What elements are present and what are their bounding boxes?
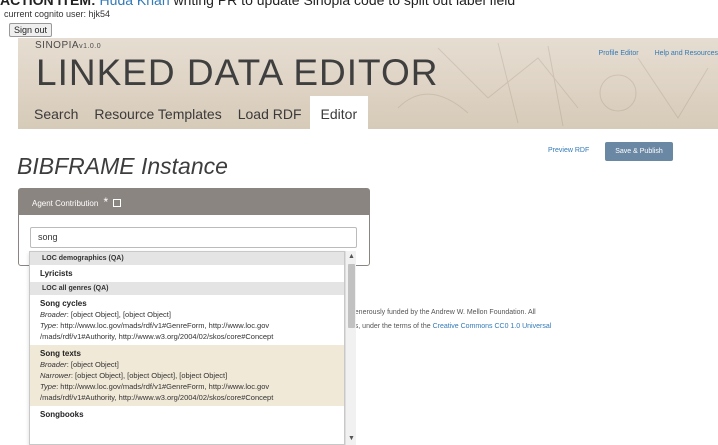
app-header: SINOPIAv1.0.0 LINKED DATA EDITOR Profile… — [18, 38, 718, 129]
version-label: v1.0.0 — [79, 43, 102, 50]
broader-value: [object Object], [object Object] — [70, 310, 171, 319]
panel-title: Agent Contribution — [32, 199, 99, 208]
page-title: BIBFRAME Instance — [17, 153, 228, 179]
result-broader: Broader: [object Object], [object Object… — [40, 310, 171, 319]
action-item-lead: ACTION ITEM: — [0, 0, 96, 8]
result-type: Type: http://www.loc.gov/mads/rdf/v1#Gen… — [40, 321, 270, 330]
footer-line-2: ons, under the terms of the Creative Com… — [347, 320, 551, 334]
tab-resource-templates[interactable]: Resource Templates — [86, 96, 229, 129]
action-item-banner: ACTION ITEM: Huda Khan writing PR to upd… — [0, 0, 718, 8]
tab-search[interactable]: Search — [26, 96, 86, 129]
profile-editor-link[interactable]: Profile Editor — [599, 50, 639, 57]
panel-header: Agent Contribution * — [19, 189, 369, 215]
action-item-person-link[interactable]: Huda Khan — [100, 0, 170, 8]
result-song-texts[interactable]: Song texts Broader: [object Object] Narr… — [30, 345, 344, 406]
footer-line-2-prefix: ons, under the terms of the — [347, 323, 433, 330]
result-narrower: Narrower: [object Object], [object Objec… — [40, 371, 228, 380]
sign-out-button[interactable]: Sign out — [9, 23, 53, 37]
external-link-icon[interactable] — [113, 199, 122, 207]
broader-label: Broader — [40, 310, 67, 319]
scrollbar-thumb[interactable] — [348, 264, 355, 328]
cognito-user-text: current cognito user: hjk54 — [4, 9, 111, 19]
cc0-license-link[interactable]: Creative Commons CC0 1.0 Universal — [433, 323, 552, 330]
tab-editor[interactable]: Editor — [309, 96, 369, 129]
result-name: Song cycles — [40, 299, 87, 308]
type-label: Type — [40, 382, 57, 391]
narrower-label: Narrower — [40, 371, 71, 380]
main-tabs: Search Resource Templates Load RDF Edito… — [26, 96, 369, 129]
brand-name: SINOPIAv1.0.0 — [35, 40, 101, 51]
group-header-loc-demographics: LOC demographics (QA) — [30, 252, 344, 265]
dropdown-scrollbar[interactable]: ▲ ▼ — [345, 251, 356, 445]
help-resources-link[interactable]: Help and Resources — [655, 50, 718, 57]
result-broader: Broader: [object Object] — [40, 360, 119, 369]
type-label: Type — [40, 321, 57, 330]
result-name: Song texts — [40, 349, 81, 358]
broader-label: Broader — [40, 360, 67, 369]
lookup-results-dropdown: LOC demographics (QA) Lyricists LOC all … — [29, 251, 345, 445]
type-value-1: http://www.loc.gov/mads/rdf/v1#GenreForm… — [60, 382, 270, 391]
required-mark: * — [103, 195, 109, 209]
app-title: LINKED DATA EDITOR — [36, 52, 439, 93]
group-header-loc-all-genres: LOC all genres (QA) — [30, 282, 344, 295]
result-name: Songbooks — [40, 410, 84, 419]
preview-rdf-link[interactable]: Preview RDF — [548, 147, 589, 154]
narrower-value: [object Object], [object Object], [objec… — [75, 371, 228, 380]
brand-label: SINOPIA — [35, 40, 80, 51]
lookup-search-input[interactable]: song — [30, 227, 357, 248]
result-type-cont: /mads/rdf/v1#Authority, http://www.w3.or… — [40, 393, 274, 402]
scroll-up-icon[interactable]: ▲ — [346, 251, 357, 263]
result-song-cycles[interactable]: Song cycles Broader: [object Object], [o… — [30, 295, 344, 345]
broader-value: [object Object] — [70, 360, 119, 369]
result-songbooks[interactable]: Songbooks — [30, 406, 344, 423]
footer-line-1: , generously funded by the Andrew W. Mel… — [347, 309, 536, 316]
scroll-down-icon[interactable]: ▼ — [346, 433, 357, 445]
type-value-1: http://www.loc.gov/mads/rdf/v1#GenreForm… — [60, 321, 270, 330]
header-links: Profile Editor Help and Resources — [585, 50, 718, 57]
result-lyricists[interactable]: Lyricists — [30, 265, 344, 282]
result-type: Type: http://www.loc.gov/mads/rdf/v1#Gen… — [40, 382, 270, 391]
footer-text: , generously funded by the Andrew W. Mel… — [347, 306, 551, 334]
result-type-cont: /mads/rdf/v1#Authority, http://www.w3.or… — [40, 332, 274, 341]
action-item-text: writing PR to update Sinopia code to spl… — [173, 0, 516, 8]
save-publish-button[interactable]: Save & Publish — [605, 142, 673, 161]
tab-load-rdf[interactable]: Load RDF — [230, 96, 310, 129]
